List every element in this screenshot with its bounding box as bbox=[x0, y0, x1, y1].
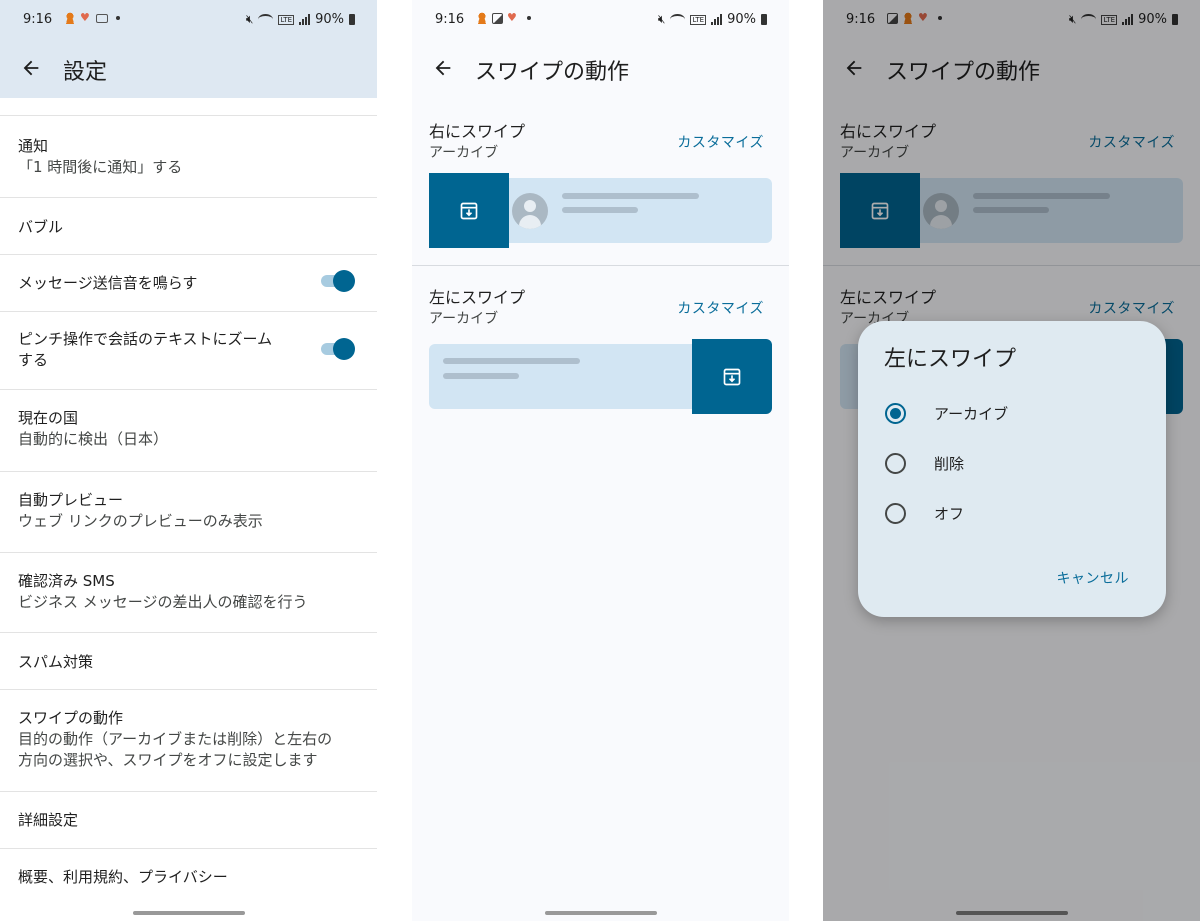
radio-unselected-icon[interactable] bbox=[885, 452, 906, 474]
volte-icon: LTE bbox=[690, 14, 707, 25]
image-notification-icon bbox=[492, 12, 503, 24]
heart-notification-icon: ♥ bbox=[507, 11, 517, 24]
radio-unselected-icon[interactable] bbox=[885, 502, 906, 524]
settings-item-bubbles[interactable]: バブル bbox=[0, 197, 377, 254]
option-archive[interactable]: アーカイブ bbox=[885, 401, 1008, 425]
volte-icon: LTE bbox=[278, 14, 295, 25]
page-title: 設定 bbox=[63, 60, 108, 85]
status-bar: 9:16 ♥ 🔇︎ LTE 90% bbox=[0, 0, 377, 40]
page-title: スワイプの動作 bbox=[475, 60, 630, 85]
left-swipe-title: 左にスワイプ bbox=[429, 288, 526, 307]
system-icons: 🔇︎ LTE 90% bbox=[658, 12, 767, 27]
wifi-icon bbox=[258, 14, 274, 25]
gesture-nav-bar[interactable] bbox=[132, 911, 245, 915]
left-swipe-action: アーカイブ bbox=[429, 311, 499, 327]
back-arrow-icon[interactable] bbox=[20, 57, 42, 79]
settings-item-title: 通知 bbox=[18, 137, 49, 155]
heart-notification-icon: ♥ bbox=[80, 11, 90, 24]
placeholder-line bbox=[443, 373, 519, 379]
gesture-nav-bar[interactable] bbox=[955, 911, 1068, 915]
swipe-actions-screen: 9:16 ♥ 🔇︎ LTE 90% スワイプの動作 右にスワイプ アーカイブ カ… bbox=[412, 0, 789, 921]
system-icons: 🔇︎ LTE 90% bbox=[246, 12, 355, 27]
settings-item-notifications[interactable]: 通知 「1 時間後に通知」する bbox=[0, 115, 377, 197]
dialog-title: 左にスワイプ bbox=[884, 347, 1017, 372]
battery-percent: 90% bbox=[727, 12, 756, 27]
wifi-icon bbox=[670, 14, 686, 25]
settings-item-subtitle: ウェブ リンクのプレビューのみ表示 bbox=[18, 512, 263, 530]
app-bar: 設定 bbox=[0, 40, 377, 98]
placeholder-line bbox=[562, 207, 638, 213]
settings-item-verified-sms[interactable]: 確認済み SMS ビジネス メッセージの差出人の確認を行う bbox=[0, 552, 377, 632]
pinch-zoom-toggle[interactable] bbox=[321, 338, 355, 360]
settings-item-pinch-zoom[interactable]: ピンチ操作で会話のテキストにズーム する bbox=[0, 311, 377, 389]
settings-item-subtitle-line1: 目的の動作（アーカイブまたは削除）と左右の bbox=[18, 730, 333, 748]
send-sound-toggle[interactable] bbox=[321, 270, 355, 292]
right-swipe-archive-block bbox=[429, 173, 509, 248]
cancel-button[interactable]: キャンセル bbox=[1057, 568, 1130, 588]
placeholder-line bbox=[562, 193, 699, 199]
option-label: アーカイブ bbox=[934, 404, 1009, 423]
signal-icon bbox=[711, 14, 723, 25]
archive-icon bbox=[460, 202, 478, 219]
settings-item-about[interactable]: 概要、利用規約、プライバシー bbox=[0, 848, 377, 905]
settings-item-subtitle: 自動的に検出（日本） bbox=[18, 430, 169, 448]
settings-item-title: スワイプの動作 bbox=[18, 709, 124, 727]
section-divider bbox=[412, 265, 789, 266]
placeholder-line bbox=[443, 358, 580, 364]
person-notification-icon bbox=[64, 12, 76, 24]
status-time: 9:16 bbox=[435, 12, 465, 27]
settings-screen: 9:16 ♥ 🔇︎ LTE 90% 設定 通知 「1 時間後に通知」する バブル… bbox=[0, 0, 377, 921]
settings-item-swipe-actions[interactable]: スワイプの動作 目的の動作（アーカイブまたは削除）と左右の 方向の選択や、スワイ… bbox=[0, 689, 377, 791]
person-notification-icon bbox=[476, 12, 488, 24]
avatar bbox=[512, 193, 548, 229]
right-swipe-action: アーカイブ bbox=[429, 145, 499, 161]
notification-icons: ♥ bbox=[476, 12, 531, 24]
left-swipe-archive-block bbox=[692, 339, 772, 414]
settings-item-auto-preview[interactable]: 自動プレビュー ウェブ リンクのプレビューのみ表示 bbox=[0, 471, 377, 552]
option-label: オフ bbox=[934, 504, 965, 523]
left-swipe-customize-button[interactable]: カスタマイズ bbox=[677, 298, 764, 318]
battery-percent: 90% bbox=[315, 12, 344, 27]
battery-icon bbox=[349, 14, 355, 25]
settings-item-spam[interactable]: スパム対策 bbox=[0, 632, 377, 689]
more-notifications-icon bbox=[116, 16, 120, 20]
option-delete[interactable]: 削除 bbox=[885, 451, 964, 475]
settings-item-title: 確認済み SMS bbox=[18, 572, 115, 590]
settings-item-subtitle: 「1 時間後に通知」する bbox=[18, 158, 183, 176]
swipe-actions-dialog-screen: 9:16 ♥ 🔇︎ LTE 90% スワイプの動作 右にスワイプ アーカイブ カ… bbox=[823, 0, 1200, 921]
mute-icon: 🔇︎ bbox=[657, 12, 666, 26]
settings-item-advanced[interactable]: 詳細設定 bbox=[0, 791, 377, 848]
settings-list: 通知 「1 時間後に通知」する バブル メッセージ送信音を鳴らす ピンチ操作で会… bbox=[0, 115, 377, 905]
settings-item-title: 詳細設定 bbox=[18, 811, 79, 829]
back-arrow-icon[interactable] bbox=[432, 57, 454, 79]
mute-icon: 🔇︎ bbox=[245, 12, 254, 26]
battery-icon bbox=[761, 14, 767, 25]
app-bar: スワイプの動作 bbox=[412, 40, 789, 98]
option-label: 削除 bbox=[934, 454, 965, 473]
settings-item-title: 現在の国 bbox=[18, 409, 79, 427]
left-swipe-dialog: 左にスワイプ アーカイブ 削除 オフ キャンセル bbox=[858, 321, 1166, 617]
more-notifications-icon bbox=[527, 16, 531, 20]
settings-item-title: バブル bbox=[18, 218, 64, 236]
settings-item-title: スパム対策 bbox=[18, 653, 94, 671]
status-time: 9:16 bbox=[23, 12, 53, 27]
settings-item-send-sound[interactable]: メッセージ送信音を鳴らす bbox=[0, 254, 377, 311]
status-bar: 9:16 ♥ 🔇︎ LTE 90% bbox=[412, 0, 789, 40]
radio-selected-icon[interactable] bbox=[885, 402, 906, 424]
notification-icons: ♥ bbox=[64, 12, 120, 24]
settings-item-title: 自動プレビュー bbox=[18, 491, 124, 509]
settings-item-title: 概要、利用規約、プライバシー bbox=[18, 868, 228, 886]
option-off[interactable]: オフ bbox=[885, 501, 964, 525]
archive-icon bbox=[723, 368, 741, 385]
settings-item-subtitle-line2: 方向の選択や、スワイプをオフに設定します bbox=[18, 751, 318, 769]
signal-icon bbox=[299, 14, 311, 25]
mail-notification-icon bbox=[96, 14, 108, 23]
settings-item-subtitle: ビジネス メッセージの差出人の確認を行う bbox=[18, 593, 308, 611]
right-swipe-customize-button[interactable]: カスタマイズ bbox=[677, 132, 764, 152]
gesture-nav-bar[interactable] bbox=[544, 911, 657, 915]
right-swipe-title: 右にスワイプ bbox=[429, 122, 526, 141]
settings-item-country[interactable]: 現在の国 自動的に検出（日本） bbox=[0, 389, 377, 471]
